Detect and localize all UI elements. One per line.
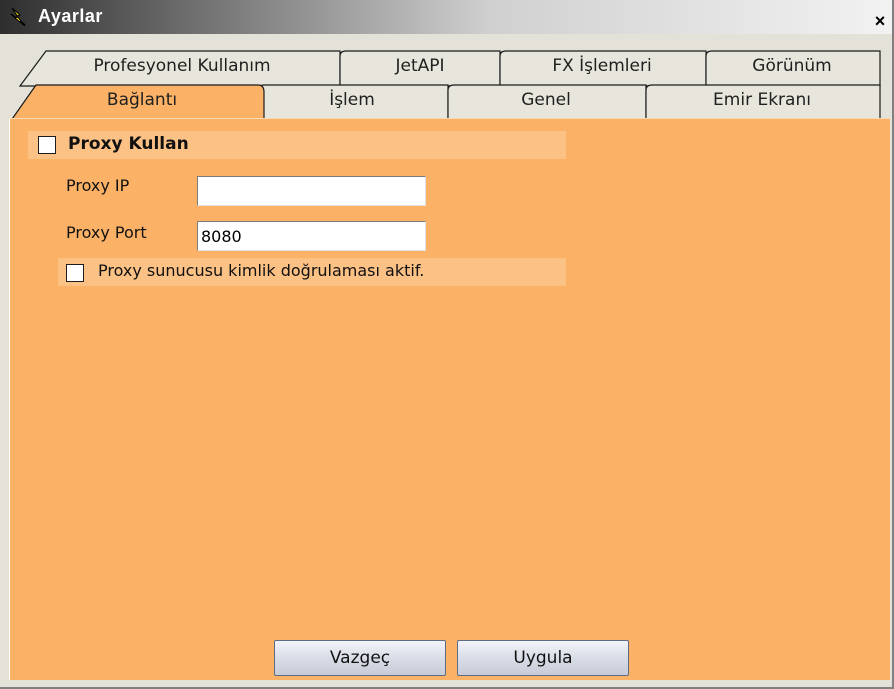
connection-tab-panel: Proxy Kullan Proxy IP Proxy Port Proxy s…	[9, 118, 890, 680]
tab-jetapi[interactable]: JetAPI	[395, 56, 444, 76]
tab-islem[interactable]: İşlem	[329, 90, 375, 110]
cancel-button[interactable]: Vazgeç	[274, 640, 446, 676]
proxy-port-label: Proxy Port	[66, 223, 147, 242]
proxy-ip-input[interactable]	[197, 176, 426, 206]
apply-button[interactable]: Uygula	[457, 640, 629, 676]
close-icon[interactable]: ×	[870, 12, 890, 32]
use-proxy-label: Proxy Kullan	[68, 134, 189, 154]
title-bar[interactable]: Ayarlar ×	[0, 0, 892, 34]
tab-strip: Profesyonel Kullanım JetAPI FX İşlemleri…	[0, 34, 892, 122]
tab-emir-ekrani[interactable]: Emir Ekranı	[713, 90, 811, 110]
tab-genel[interactable]: Genel	[521, 90, 571, 110]
lightning-icon	[10, 7, 26, 27]
window-title: Ayarlar	[38, 6, 103, 26]
tab-gorunum[interactable]: Görünüm	[752, 56, 831, 76]
tab-fx-islemleri[interactable]: FX İşlemleri	[552, 56, 651, 76]
proxy-auth-label: Proxy sunucusu kimlik doğrulaması aktif.	[98, 261, 425, 280]
tab-baglanti[interactable]: Bağlantı	[107, 90, 177, 110]
proxy-port-input[interactable]	[197, 221, 426, 251]
settings-window: Ayarlar × Profesyonel Kullanım JetAPI FX…	[0, 0, 894, 689]
use-proxy-checkbox[interactable]	[38, 136, 56, 154]
proxy-auth-checkbox[interactable]	[66, 264, 84, 282]
tab-profesyonel-kullanim[interactable]: Profesyonel Kullanım	[93, 56, 270, 76]
proxy-ip-label: Proxy IP	[66, 176, 130, 195]
